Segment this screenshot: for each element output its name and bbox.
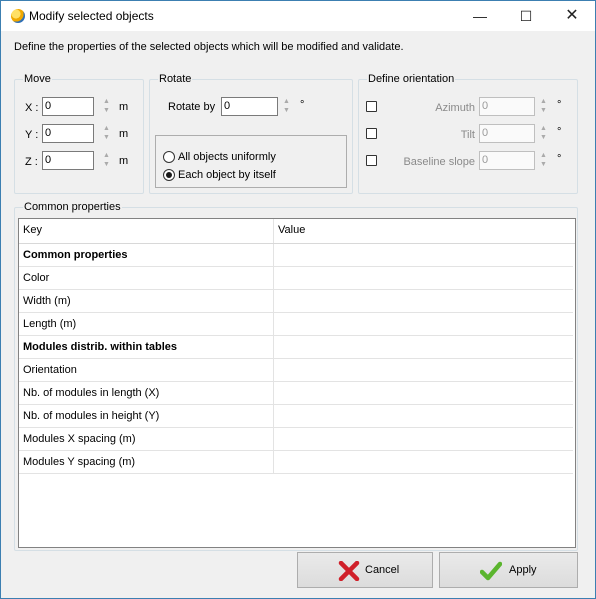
rotate-legend: Rotate (159, 73, 192, 85)
row-value[interactable] (274, 428, 573, 450)
tilt-checkbox[interactable] (366, 128, 377, 139)
move-y-unit: m (119, 128, 129, 140)
azimuth-input[interactable]: 0 (479, 97, 535, 116)
maximize-button[interactable]: ☐ (503, 1, 549, 31)
row-key: Modules distrib. within tables (19, 336, 274, 358)
move-z-label: Z : (25, 156, 38, 168)
column-header-key[interactable]: Key (19, 219, 274, 243)
azimuth-spinner[interactable]: ▲ ▼ (539, 97, 548, 116)
grid-property-row[interactable]: Length (m) (19, 313, 573, 336)
baseline-slope-spinner[interactable]: ▲ ▼ (539, 151, 548, 170)
rotate-angle-spinner[interactable]: ▲ ▼ (282, 97, 291, 116)
cancel-button-label: Cancel (365, 564, 400, 576)
tilt-unit: ° (557, 126, 562, 138)
row-key: Nb. of modules in height (Y) (19, 405, 274, 427)
row-value[interactable] (274, 290, 573, 312)
move-z-spinner[interactable]: ▲ ▼ (102, 151, 111, 170)
row-value[interactable] (274, 451, 573, 473)
apply-button[interactable]: Apply (439, 552, 578, 588)
app-logo-icon (11, 9, 25, 23)
move-z-input[interactable]: 0 (42, 151, 94, 170)
minimize-button[interactable]: — (457, 1, 503, 31)
grid-section-row[interactable]: Common properties (19, 244, 573, 267)
azimuth-checkbox[interactable] (366, 101, 377, 112)
dialog-window: Modify selected objects — ☐ ✕ Define the… (0, 0, 596, 599)
radio-all-uniformly[interactable] (163, 151, 175, 163)
green-check-icon (480, 561, 502, 581)
grid-property-row[interactable]: Nb. of modules in height (Y) (19, 405, 573, 428)
row-key: Modules Y spacing (m) (19, 451, 274, 473)
azimuth-unit: ° (557, 99, 562, 111)
row-key: Orientation (19, 359, 274, 381)
row-key: Common properties (19, 244, 274, 266)
grid-property-row[interactable]: Modules X spacing (m) (19, 428, 573, 451)
close-button[interactable]: ✕ (549, 1, 595, 31)
tilt-label: Tilt (460, 129, 475, 141)
rotate-unit: ° (300, 99, 305, 111)
row-value[interactable] (274, 359, 573, 381)
rotate-by-label: Rotate by (168, 101, 216, 113)
move-x-label: X : (25, 102, 39, 114)
grid-property-row[interactable]: Width (m) (19, 290, 573, 313)
move-x-spinner[interactable]: ▲ ▼ (102, 97, 111, 116)
grid-header: Key Value (19, 219, 575, 244)
grid-property-row[interactable]: Color (19, 267, 573, 290)
azimuth-label: Azimuth (435, 102, 475, 114)
title-bar: Modify selected objects — ☐ ✕ (1, 1, 595, 31)
grid-property-row[interactable]: Modules Y spacing (m) (19, 451, 573, 474)
move-y-spinner[interactable]: ▲ ▼ (102, 124, 111, 143)
row-value[interactable] (274, 267, 573, 289)
grid-property-row[interactable]: Nb. of modules in length (X) (19, 382, 573, 405)
baseline-slope-label: Baseline slope (403, 156, 475, 168)
row-key: Width (m) (19, 290, 274, 312)
red-x-icon (338, 561, 360, 581)
common-properties-legend: Common properties (24, 201, 121, 213)
row-value[interactable] (274, 405, 573, 427)
tilt-spinner[interactable]: ▲ ▼ (539, 124, 548, 143)
row-value[interactable] (274, 382, 573, 404)
apply-button-label: Apply (509, 564, 537, 576)
move-y-label: Y : (25, 129, 39, 141)
tilt-input[interactable]: 0 (479, 124, 535, 143)
grid-section-row[interactable]: Modules distrib. within tables (19, 336, 573, 359)
move-z-unit: m (119, 155, 129, 167)
radio-each-by-itself[interactable] (163, 169, 175, 181)
row-key: Length (m) (19, 313, 274, 335)
radio-each-by-itself-label[interactable]: Each object by itself (178, 169, 276, 181)
baseline-slope-input[interactable]: 0 (479, 151, 535, 170)
row-key: Color (19, 267, 274, 289)
move-legend: Move (24, 73, 51, 85)
radio-all-uniformly-label[interactable]: All objects uniformly (178, 151, 276, 163)
row-key: Modules X spacing (m) (19, 428, 274, 450)
baseline-slope-unit: ° (557, 153, 562, 165)
dialog-description: Define the properties of the selected ob… (14, 41, 404, 53)
cancel-button[interactable]: Cancel (297, 552, 433, 588)
move-y-input[interactable]: 0 (42, 124, 94, 143)
move-x-unit: m (119, 101, 129, 113)
grid-property-row[interactable]: Orientation (19, 359, 573, 382)
row-value[interactable] (274, 244, 573, 266)
row-value[interactable] (274, 336, 573, 358)
row-key: Nb. of modules in length (X) (19, 382, 274, 404)
properties-grid: Key Value Common properties Color Width (m… (18, 218, 576, 548)
move-x-input[interactable]: 0 (42, 97, 94, 116)
row-value[interactable] (274, 313, 573, 335)
column-header-value[interactable]: Value (274, 219, 573, 243)
rotate-angle-input[interactable]: 0 (221, 97, 278, 116)
window-title: Modify selected objects (29, 9, 154, 23)
orientation-legend: Define orientation (368, 73, 455, 85)
baseline-slope-checkbox[interactable] (366, 155, 377, 166)
